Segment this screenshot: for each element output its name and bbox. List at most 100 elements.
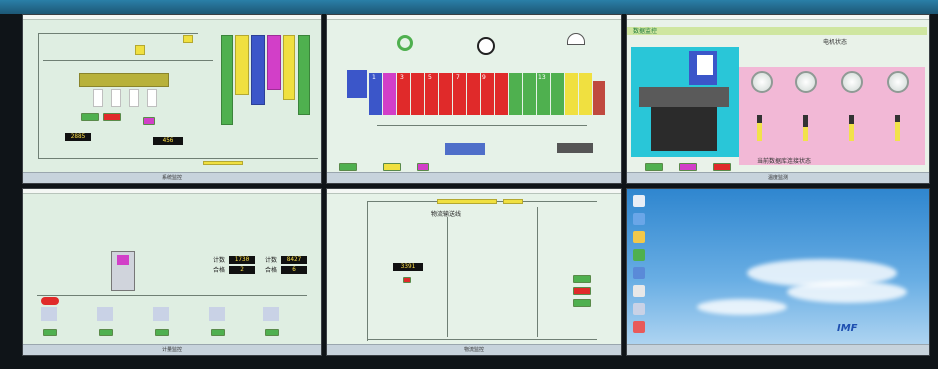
wall-top-frame: [0, 0, 938, 14]
tank-inlet: [347, 70, 367, 98]
station-button[interactable]: [155, 329, 169, 336]
counter-a-sub-label: 合格: [213, 267, 226, 274]
conveyor-line: [43, 60, 213, 61]
pressure-gauge-icon: [567, 33, 585, 45]
tank-column: [411, 73, 424, 115]
column-number: 5: [428, 74, 432, 81]
column-status: [267, 35, 281, 90]
level-fill: [849, 124, 854, 141]
app-icon[interactable]: [633, 303, 645, 315]
weigh-station: [263, 307, 279, 321]
counter-b-sub-value: 6: [281, 266, 307, 274]
recycle-icon: [477, 37, 495, 55]
gauge-icon: [751, 71, 773, 93]
desktop-logo: IMF: [837, 323, 858, 334]
tank-column: [383, 73, 396, 115]
weigh-station: [41, 307, 57, 321]
conveyor-segment: [437, 199, 497, 204]
conveyor-line: [38, 33, 198, 34]
conveyor-segment: [203, 161, 243, 165]
screen-conveyor-overview: 2885 456 系统监控: [22, 14, 322, 184]
stop-button[interactable]: [713, 163, 731, 171]
alarm-indicator[interactable]: [403, 277, 411, 283]
station-block[interactable]: [183, 35, 193, 43]
counter-a-value: 1730: [229, 256, 255, 264]
tank-column: [523, 73, 536, 115]
screen-furnace-monitor: 数据监控 电机状态 当前数据库连接状态 温度监测: [626, 14, 930, 184]
tank-column: [579, 73, 592, 115]
folder-icon[interactable]: [633, 231, 645, 243]
conveyor-line: [367, 201, 368, 341]
column-number: 1: [372, 74, 376, 81]
indicator-box: [697, 55, 713, 75]
level-bar: [757, 115, 762, 141]
taskbar-label: 温度监测: [767, 175, 788, 181]
start-button[interactable]: [339, 163, 357, 171]
start-button[interactable]: [645, 163, 663, 171]
station-button[interactable]: [43, 329, 57, 336]
page-title: 数据监控: [633, 28, 658, 35]
tank-column: [495, 73, 508, 115]
taskbar: [327, 172, 621, 183]
conveyor-line: [38, 158, 318, 159]
pipe-line: [377, 125, 587, 126]
taskbar-label: 系统监控: [161, 175, 182, 181]
counter-a-label: 计数: [213, 257, 226, 264]
furnace-body: [651, 107, 717, 151]
drive-unit: [557, 143, 593, 153]
station-button[interactable]: [211, 329, 225, 336]
cloud: [787, 281, 907, 303]
counter-b-label: 计数: [265, 257, 278, 264]
reset-button[interactable]: [417, 163, 429, 171]
page-title: 物流输送线: [431, 211, 462, 218]
station-block[interactable]: [135, 45, 145, 55]
cloud: [697, 299, 787, 315]
recycle-bin-icon[interactable]: [633, 285, 645, 297]
weigh-station: [209, 307, 225, 321]
app-icon[interactable]: [633, 267, 645, 279]
weigh-station: [97, 307, 113, 321]
start-button[interactable]: [81, 113, 99, 121]
conveyor-segment: [503, 199, 523, 204]
level-fill: [757, 122, 762, 141]
alarm-button[interactable]: [679, 163, 697, 171]
tank-column: [551, 73, 564, 115]
reset-button[interactable]: [143, 117, 155, 125]
column-number: 9: [482, 74, 486, 81]
computer-icon[interactable]: [633, 195, 645, 207]
app-icon[interactable]: [633, 249, 645, 261]
rack-cell: [93, 89, 103, 107]
furnace-hood: [639, 87, 729, 107]
column-number: 13: [538, 74, 546, 81]
header-banner: [627, 27, 927, 35]
column-status: [298, 35, 310, 115]
level-fill: [895, 121, 900, 141]
taskbar: [627, 344, 929, 355]
rack-cell: [111, 89, 121, 107]
column-status: [221, 35, 233, 125]
footer-text: 当前数据库连接状态: [757, 158, 812, 165]
stop-button[interactable]: [103, 113, 121, 121]
status-ring-icon: [397, 35, 413, 51]
tower-indicator: [117, 255, 129, 265]
app-icon[interactable]: [633, 321, 645, 333]
start-button[interactable]: [573, 275, 591, 283]
column-status: [283, 35, 295, 100]
screen-titlebar: [627, 15, 929, 20]
pause-button[interactable]: [383, 163, 401, 171]
level-bar: [895, 115, 900, 141]
conveyor-line: [447, 217, 448, 337]
station-button[interactable]: [265, 329, 279, 336]
screen-titlebar: [327, 189, 621, 194]
stop-button[interactable]: [573, 287, 591, 295]
station-button[interactable]: [99, 329, 113, 336]
taskbar-label: 物流监控: [463, 347, 484, 353]
screen-titlebar: [23, 189, 321, 194]
auto-button[interactable]: [573, 299, 591, 307]
gauge-icon: [887, 71, 909, 93]
taskbar: 计量监控: [23, 344, 321, 355]
counter-b-sub-label: 合格: [265, 267, 278, 274]
tank-column: [467, 73, 480, 115]
network-icon[interactable]: [633, 213, 645, 225]
counter-display: 456: [153, 137, 183, 145]
